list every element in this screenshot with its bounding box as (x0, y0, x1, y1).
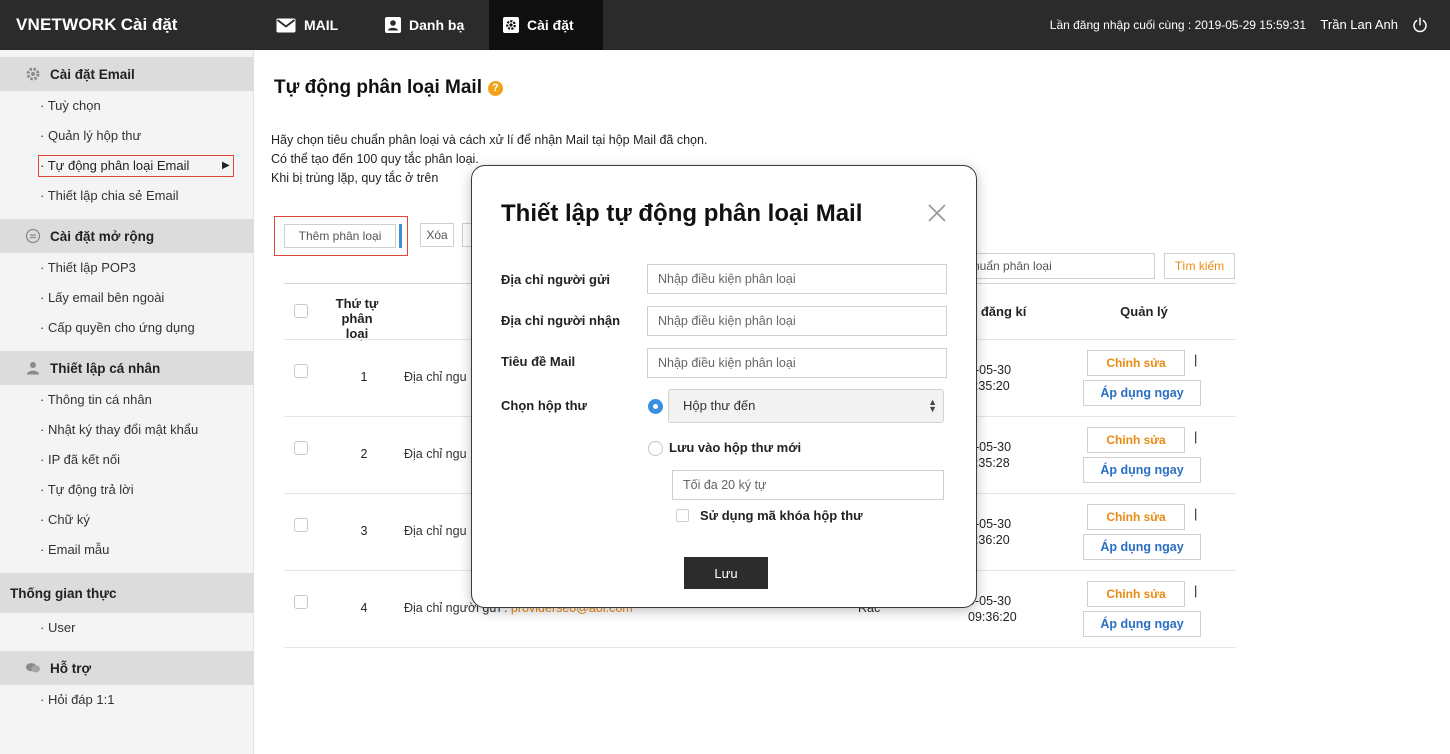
modal-title: Thiết lập tự động phân loại Mail (501, 200, 863, 227)
new-mailbox-label: Lưu vào hộp thư mới (669, 440, 802, 455)
select-all-checkbox[interactable] (294, 304, 308, 318)
select-arrows-icon: ▲ ▼ (928, 397, 937, 414)
brand-logo[interactable]: VNETWORK Cài đặt (16, 0, 177, 50)
new-mailbox-radio[interactable] (648, 441, 663, 456)
sidebar-item-faq[interactable]: · Hỏi đáp 1:1 (0, 685, 253, 715)
auto-sort-modal: Thiết lập tự động phân loại Mail Địa chỉ… (471, 165, 977, 608)
contact-card-icon (385, 17, 401, 33)
existing-mailbox-radio[interactable] (648, 399, 663, 414)
row-checkbox[interactable] (294, 518, 308, 532)
sidebar-section-extended-settings[interactable]: Cài đặt mở rộng (0, 219, 253, 253)
rule-text: Địa chỉ ngu (404, 524, 467, 538)
sidebar-item-options[interactable]: · Tuỳ chọn (0, 91, 253, 121)
highlight-box (38, 155, 234, 177)
extension-icon (25, 228, 41, 244)
sidebar-section-email-settings[interactable]: Cài đặt Email (0, 57, 253, 91)
top-bar: VNETWORK Cài đặt MAIL Danh bạ Cài đặt Lần… (0, 0, 1450, 50)
search-button[interactable]: Tìm kiếm (1164, 253, 1235, 279)
subject-label: Tiêu đề Mail (501, 354, 576, 369)
sidebar-item-pop3[interactable]: · Thiết lập POP3 (0, 253, 253, 283)
nav-mail-label: MAIL (304, 17, 339, 33)
row-checkbox[interactable] (294, 595, 308, 609)
rule-text: Địa chỉ ngu (404, 447, 467, 461)
sidebar-section-support[interactable]: Hỗ trợ (0, 651, 253, 685)
row-checkbox[interactable] (294, 441, 308, 455)
nav-contacts-label: Danh bạ (409, 17, 465, 33)
sidebar-item-auto-reply[interactable]: · Tự động trả lời (0, 475, 253, 505)
mailbox-lock-checkbox[interactable] (676, 509, 689, 522)
header-order[interactable]: Thứ tự phân loại (332, 296, 382, 341)
sidebar-item-personal-info[interactable]: · Thông tin cá nhân (0, 385, 253, 415)
new-mailbox-input[interactable]: Tối đa 20 ký tự (672, 470, 944, 500)
apply-now-button[interactable]: Áp dụng ngay (1083, 534, 1201, 560)
add-rule-highlight: Thêm phân loại (274, 216, 408, 256)
person-icon (25, 360, 41, 376)
triangle-right-icon: ▶ (222, 160, 230, 171)
header-manage: Quản lý (1120, 304, 1168, 319)
apply-now-button[interactable]: Áp dụng ngay (1083, 457, 1201, 483)
apply-now-button[interactable]: Áp dụng ngay (1083, 611, 1201, 637)
gear-icon (25, 66, 41, 82)
subject-input[interactable]: Nhập điều kiện phân loại (647, 348, 947, 378)
nav-settings-label: Cài đặt (527, 17, 574, 33)
sidebar-item-app-permissions[interactable]: · Cấp quyền cho ứng dụng (0, 313, 253, 343)
mailbox-select[interactable]: Hộp thư đến ▲ ▼ (668, 389, 944, 423)
search-input[interactable]: huẩn phân loại (966, 253, 1155, 279)
sidebar-item-signature[interactable]: · Chữ ký (0, 505, 253, 535)
sidebar-item-email-template[interactable]: · Email mẫu (0, 535, 253, 565)
sidebar: Cài đặt Email · Tuỳ chọn · Quản lý hộp t… (0, 50, 254, 754)
power-icon[interactable] (1412, 17, 1428, 33)
sidebar-item-auto-sort-email[interactable]: · Tự động phân loại Email ▶ (0, 151, 253, 181)
row-checkbox[interactable] (294, 364, 308, 378)
nav-mail[interactable]: MAIL (272, 0, 368, 50)
rule-text: Địa chỉ ngu (404, 370, 467, 384)
nav-contacts[interactable]: Danh bạ (381, 0, 477, 50)
envelope-icon (276, 18, 296, 32)
add-rule-button[interactable]: Thêm phân loại (284, 224, 396, 248)
page-title: Tự động phân loại Mail ? (274, 77, 503, 99)
save-button[interactable]: Lưu (684, 557, 768, 589)
chat-bubbles-icon (25, 660, 41, 676)
close-icon[interactable] (926, 202, 948, 224)
help-icon[interactable]: ? (487, 80, 503, 96)
edit-button[interactable]: Chỉnh sửa (1087, 504, 1185, 530)
mailbox-lock-label: Sử dụng mã khóa hộp thư (700, 508, 863, 523)
delete-button[interactable]: Xóa (420, 223, 454, 247)
sidebar-item-mailbox-management[interactable]: · Quản lý hộp thư (0, 121, 253, 151)
focus-edge (399, 224, 402, 248)
settings-icon (503, 17, 519, 33)
sidebar-item-password-log[interactable]: · Nhật ký thay đổi mật khẩu (0, 415, 253, 445)
header-date: y đăng kí (970, 304, 1027, 319)
sidebar-section-personal-settings[interactable]: Thiết lập cá nhân (0, 351, 253, 385)
apply-now-button[interactable]: Áp dụng ngay (1083, 380, 1201, 406)
sidebar-item-external-email[interactable]: · Lấy email bên ngoài (0, 283, 253, 313)
sidebar-item-connected-ip[interactable]: · IP đã kết nối (0, 445, 253, 475)
edit-button[interactable]: Chỉnh sửa (1087, 350, 1185, 376)
recipient-input[interactable]: Nhập điều kiện phân loại (647, 306, 947, 336)
last-login-text: Lần đăng nhập cuối cùng : 2019-05-29 15:… (1049, 18, 1306, 32)
sidebar-item-email-sharing[interactable]: · Thiết lập chia sẻ Email (0, 181, 253, 211)
edit-button[interactable]: Chỉnh sửa (1087, 581, 1185, 607)
sender-input[interactable]: Nhập điều kiện phân loại (647, 264, 947, 294)
user-name[interactable]: Trần Lan Anh (1320, 0, 1398, 50)
mailbox-label: Chọn hộp thư (501, 398, 587, 413)
recipient-label: Địa chỉ người nhận (501, 313, 621, 328)
edit-button[interactable]: Chỉnh sửa (1087, 427, 1185, 453)
sender-label: Địa chỉ người gửi (501, 272, 610, 287)
sidebar-section-realtime[interactable]: Thống gian thực (0, 573, 253, 613)
nav-settings[interactable]: Cài đặt (489, 0, 603, 50)
sidebar-item-user[interactable]: · User (0, 613, 253, 643)
